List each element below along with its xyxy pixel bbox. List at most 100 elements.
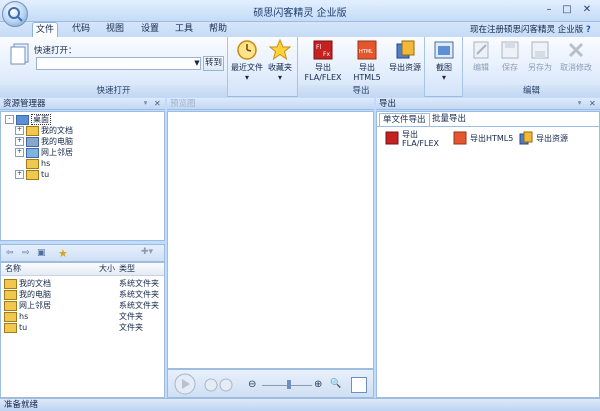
player-controls: ⊖ ⊕ 🔍 [167,369,374,398]
tree-node[interactable]: + 我的文档 [5,125,164,136]
column-size[interactable]: 大小 [93,263,115,275]
add-favorite-icon[interactable]: ✚▾ [141,247,153,257]
export-group: Fl Fx 导出FLA/FLEX HTML 导出HTML5 导出资源 导出 [298,37,425,97]
tab-file[interactable]: 文件 [32,22,58,37]
ribbon: 快速打开： ▼ 转到 快速打开 最近文件 ▾ 收藏夹 ▾ Fl Fx 导出FLA… [0,37,600,97]
explorer-header: 资源管理器 ᵠ ✕ [0,98,165,110]
go-button[interactable]: 转到 [203,56,224,71]
pencil-icon [473,41,489,59]
maximize-button[interactable]: □ [560,3,574,16]
tab-view[interactable]: 视图 [102,22,128,37]
expand-icon[interactable]: + [15,148,24,157]
tab-batch-export[interactable]: 批量导出 [429,113,469,126]
list-item[interactable]: hs 文件夹 [1,311,164,322]
save-as-icon [531,41,549,59]
export-fla-flex-button[interactable]: 导出 FLA/FLEX [385,129,445,155]
explorer-title: 资源管理器 [3,99,46,109]
svg-text:Fx: Fx [323,51,330,58]
zoom-in-icon[interactable]: ⊕ [314,379,322,390]
tab-settings[interactable]: 设置 [137,22,163,37]
tree-node[interactable]: hs [5,158,164,169]
svg-text:Fl: Fl [316,44,321,51]
status-bar: 准备就绪 [0,398,600,411]
minimize-button[interactable]: – [542,3,556,16]
resources-icon [519,131,533,145]
cancel-icon [568,42,584,58]
star-icon [269,39,291,61]
export-resources-button[interactable]: 导出资源 [387,39,423,73]
close-window-button[interactable]: ✕ [580,3,594,16]
export-fla-button[interactable]: Fl Fx 导出FLA/FLEX [300,39,346,83]
rewind-forward-icon[interactable] [204,378,234,392]
column-type[interactable]: 类型 [115,263,135,275]
quick-open-group-label: 快速打开 [0,85,227,97]
export-title: 导出 [379,99,397,109]
status-text: 准备就绪 [4,400,39,410]
capture-button[interactable]: 截图 ▾ [429,39,459,83]
chevron-down-icon[interactable]: ▼ [192,57,202,70]
up-folder-icon[interactable]: ▣ [37,248,46,258]
pin-icon[interactable]: ᵠ [144,98,147,110]
folder-icon [4,278,17,289]
app-menu-button[interactable] [2,1,28,27]
fit-view-icon[interactable] [351,377,367,393]
quick-open-group: 快速打开： ▼ 转到 快速打开 [0,37,228,97]
list-item[interactable]: 我的电脑 系统文件夹 [1,289,164,300]
column-name[interactable]: 名称 [1,263,93,275]
quick-open-input[interactable] [36,57,201,70]
forward-icon[interactable]: ⇨ [22,248,30,258]
save-as-button[interactable]: 另存为 [525,39,555,73]
export-html5-button[interactable]: HTML 导出HTML5 [348,39,386,83]
magnifier-icon[interactable]: 🔍 [330,379,341,389]
close-icon[interactable]: ✕ [589,98,596,110]
list-item-type: 文件夹 [119,323,143,332]
folder-tree: - 桌面 + 我的文档 + 我的电脑 + 网上邻居 hs + tu [0,111,165,241]
expand-icon[interactable]: + [15,126,24,135]
back-icon[interactable]: ⇦ [6,248,14,258]
save-button[interactable]: 保存 [497,39,523,73]
list-item-name: 我的电脑 [19,290,51,299]
files-group: 最近文件 ▾ 收藏夹 ▾ [228,37,298,97]
export-header: 导出 ᵠ ✕ [376,98,600,110]
recent-files-button[interactable]: 最近文件 ▾ [231,39,263,83]
tree-node[interactable]: + 网上邻居 [5,147,164,158]
list-item-type: 系统文件夹 [119,279,159,288]
edit-button[interactable]: 编辑 [467,39,495,73]
capture-group: 截图 ▾ [425,37,463,97]
register-link[interactable]: 现在注册硕思闪客精灵 企业版 ? [470,23,598,35]
expand-icon[interactable]: + [15,170,24,179]
export-html5-panel-button[interactable]: 导出HTML5 [453,129,519,155]
folder-icon [4,289,17,300]
expand-icon[interactable]: + [15,137,24,146]
export-resources-panel-button[interactable]: 导出资源 [519,129,579,155]
cancel-changes-button[interactable]: 取消修改 [555,39,597,73]
export-group-label: 导出 [298,85,424,97]
tree-node[interactable]: - 桌面 [5,114,164,125]
list-header: 名称 大小 类型 [1,263,164,276]
favorite-star-icon[interactable]: ★ [58,247,68,260]
tab-code[interactable]: 代码 [68,22,94,37]
list-item-type: 系统文件夹 [119,301,159,310]
list-item[interactable]: tu 文件夹 [1,322,164,333]
folder-icon [26,158,39,169]
quick-open-icon [10,43,29,65]
list-item[interactable]: 我的文档 系统文件夹 [1,278,164,289]
tab-single-export[interactable]: 单文件导出 [379,113,430,126]
tab-tools[interactable]: 工具 [171,22,197,37]
title-bar: 硕思闪客精灵 企业版 – □ ✕ [0,0,600,22]
zoom-out-icon[interactable]: ⊖ [248,379,256,390]
collapse-icon[interactable]: - [5,115,14,124]
tree-node-label: tu [41,170,50,179]
tree-node[interactable]: + tu [5,169,164,180]
edit-group-label: 编辑 [463,85,600,97]
clock-icon [237,40,257,60]
pin-icon[interactable]: ᵠ [578,98,581,110]
tab-help[interactable]: 帮助 [205,22,231,37]
zoom-slider-thumb[interactable] [287,380,291,389]
list-item[interactable]: 网上邻居 系统文件夹 [1,300,164,311]
close-icon[interactable]: ✕ [154,98,161,110]
tree-node[interactable]: + 我的电脑 [5,136,164,147]
play-button[interactable] [174,373,196,395]
favorites-button[interactable]: 收藏夹 ▾ [264,39,296,83]
help-icon[interactable]: ? [586,25,591,35]
